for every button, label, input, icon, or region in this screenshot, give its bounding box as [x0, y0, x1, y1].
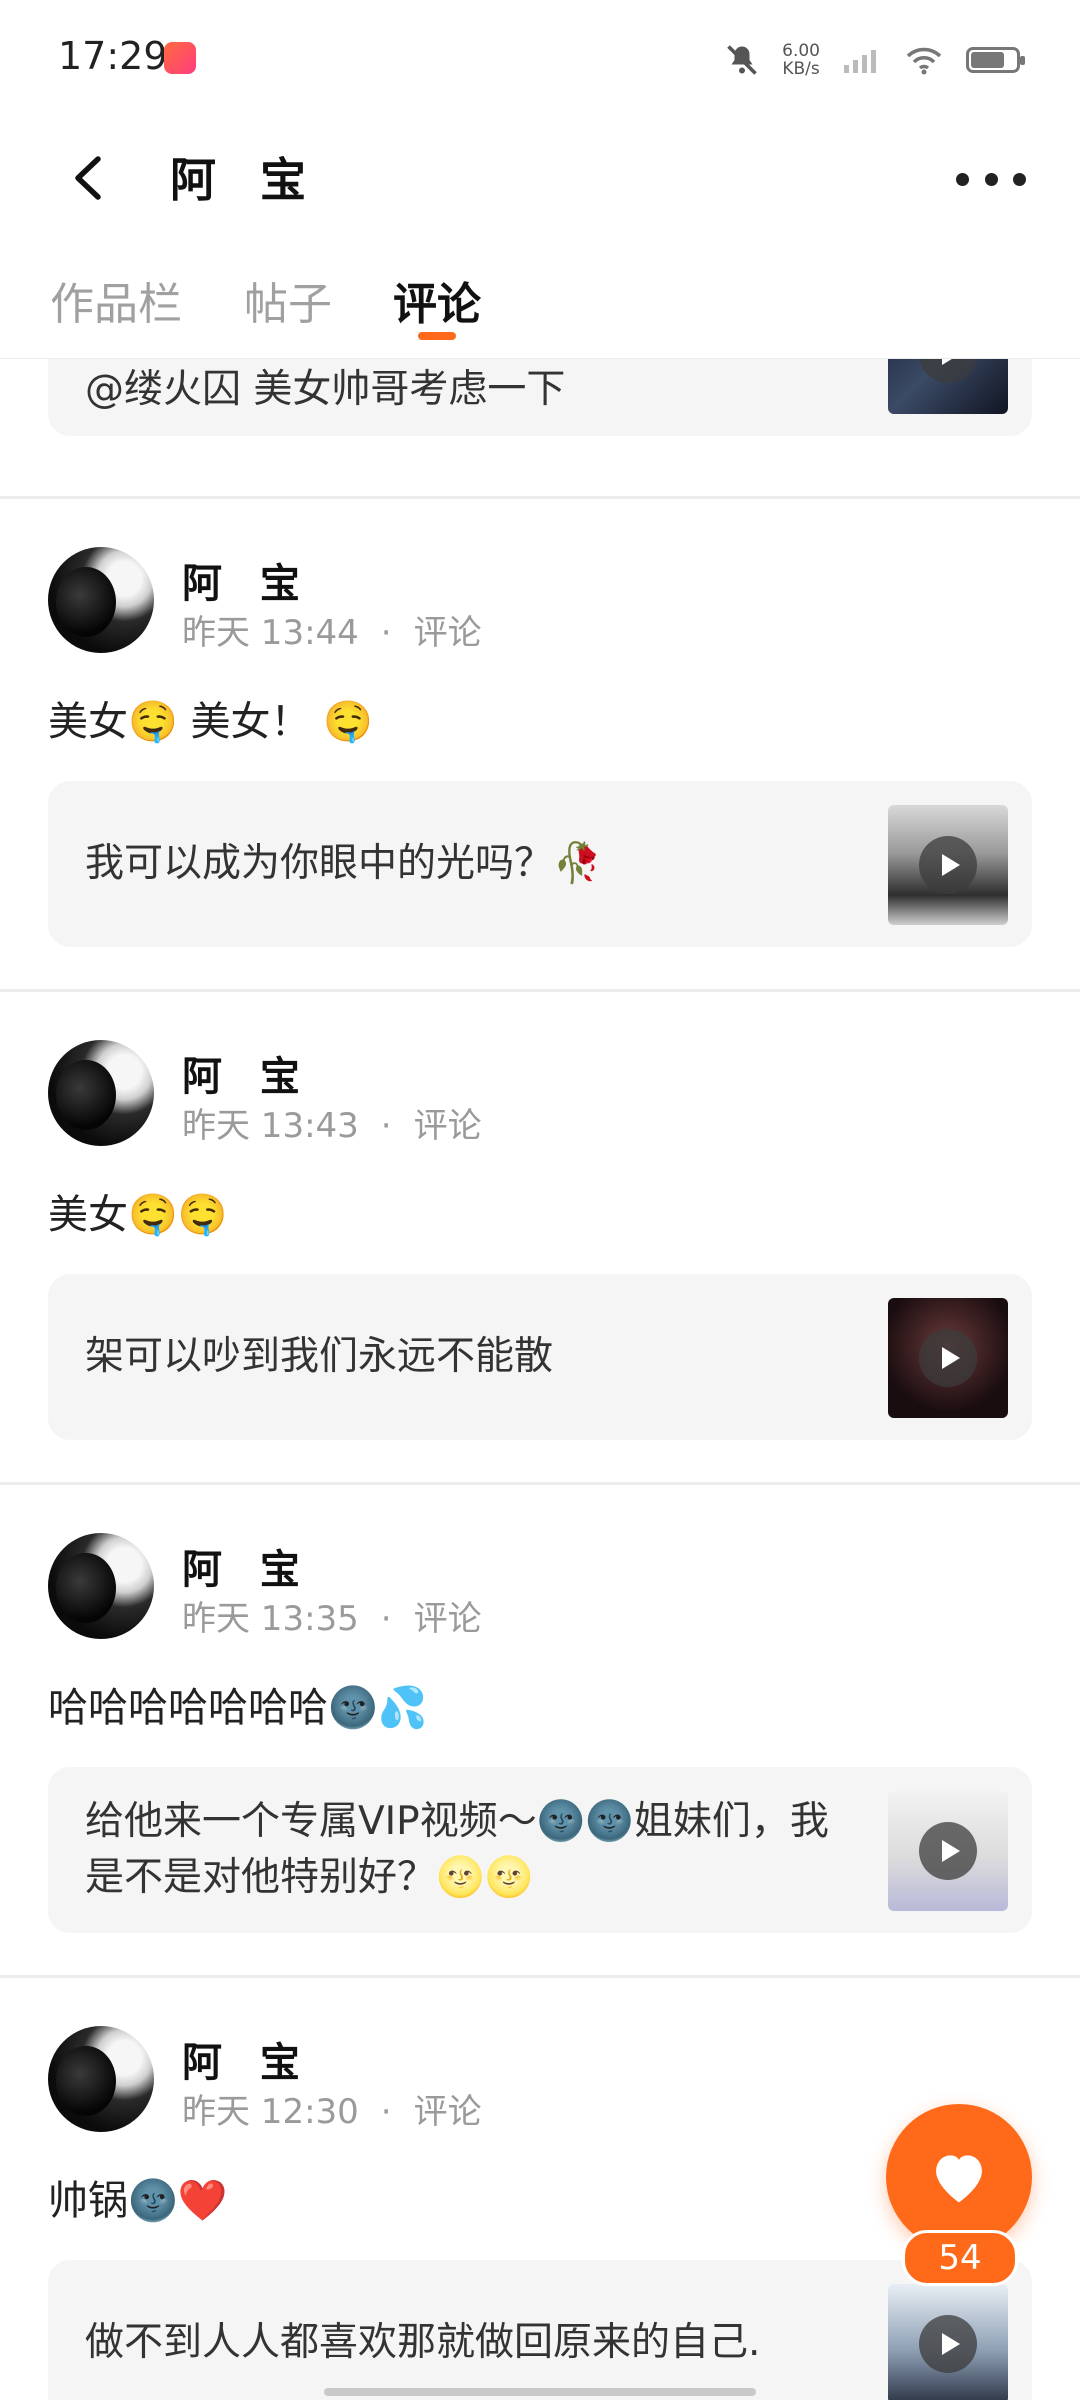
- tab-works[interactable]: 作品栏: [50, 268, 182, 332]
- play-icon: [919, 358, 977, 383]
- comment-text: 美女🤤🤤: [48, 1192, 228, 1238]
- meta-separator: ·: [380, 613, 392, 653]
- comment-time: 昨天 13:43: [182, 1106, 359, 1146]
- status-time: 17:29: [58, 34, 168, 78]
- comment-item[interactable]: 阿 宝 昨天 13:44 · 评论 美女🤤 美女！ 🤤 我可以成为你眼中的光吗？🥀: [0, 499, 1080, 989]
- like-button[interactable]: [886, 2104, 1032, 2250]
- avatar[interactable]: [48, 1533, 154, 1639]
- comment-type: 评论: [413, 2092, 482, 2132]
- battery-icon: [966, 47, 1025, 73]
- meta-separator: ·: [380, 1599, 392, 1639]
- quoted-post-text: 做不到人人都喜欢那就做回原来的自己.: [85, 2320, 761, 2365]
- comment-meta: 昨天 12:30 · 评论: [182, 2084, 482, 2133]
- active-tab-indicator: [418, 332, 456, 340]
- status-icons: 6.00 KB/s: [724, 38, 1025, 82]
- top-bar: 阿 宝: [0, 118, 1080, 238]
- play-icon: [919, 1329, 977, 1387]
- quoted-post-text: 架可以吵到我们永远不能散: [85, 1334, 554, 1379]
- quoted-post-text: 给他来一个专属VIP视频～🌚🌚姐妹们，我是不是对他特别好？🌝🌝: [85, 1799, 829, 1900]
- comment-meta: 昨天 13:35 · 评论: [182, 1591, 482, 1640]
- more-dot-icon: [956, 172, 969, 186]
- avatar[interactable]: [48, 2026, 154, 2132]
- back-button[interactable]: [70, 138, 130, 218]
- tab-comments[interactable]: 评论: [393, 268, 481, 332]
- mute-bell-icon: [727, 45, 757, 75]
- like-count-badge: 54: [902, 2230, 1018, 2286]
- author-name[interactable]: 阿 宝: [182, 551, 312, 609]
- more-options-button[interactable]: [956, 154, 1026, 204]
- quoted-post-card[interactable]: 给他来一个专属VIP视频～🌚🌚姐妹们，我是不是对他特别好？🌝🌝: [48, 1767, 1032, 1933]
- page-title: 阿 宝: [170, 153, 321, 207]
- quoted-post-card[interactable]: @缕火囚 美女帅哥考虑一下: [48, 358, 1032, 436]
- avatar[interactable]: [48, 547, 154, 653]
- comment-item[interactable]: 阿 宝 昨天 13:43 · 评论 美女🤤🤤 架可以吵到我们永远不能散: [0, 992, 1080, 1482]
- meta-separator: ·: [380, 2092, 392, 2132]
- author-name[interactable]: 阿 宝: [182, 1537, 312, 1595]
- back-arrow-icon: [75, 156, 101, 200]
- comment-type: 评论: [413, 1106, 482, 1146]
- wifi-icon: [906, 47, 942, 75]
- comment-type: 评论: [413, 613, 482, 653]
- quoted-post-text: @缕火囚 美女帅哥考虑一下: [85, 367, 566, 412]
- home-indicator[interactable]: [324, 2388, 756, 2396]
- quoted-post-card[interactable]: 做不到人人都喜欢那就做回原来的自己.: [48, 2260, 1032, 2400]
- video-thumbnail[interactable]: [888, 1298, 1008, 1418]
- status-bar: 17:29 6.00 KB/s: [0, 0, 1080, 118]
- comment-text: 帅锅🌚❤️: [48, 2178, 228, 2224]
- comment-time: 昨天 13:35: [182, 1599, 359, 1639]
- video-thumbnail[interactable]: [888, 1791, 1008, 1911]
- comment-meta: 昨天 13:44 · 评论: [182, 605, 482, 654]
- quoted-post-text: 我可以成为你眼中的光吗？🥀: [85, 841, 602, 886]
- quoted-post-card[interactable]: 架可以吵到我们永远不能散: [48, 1274, 1032, 1440]
- author-name[interactable]: 阿 宝: [182, 1044, 312, 1102]
- heart-icon: [936, 2155, 982, 2203]
- video-thumbnail[interactable]: [888, 358, 1008, 414]
- comment-feed[interactable]: @缕火囚 美女帅哥考虑一下 阿 宝 昨天 13:44 · 评论 美女🤤 美女！ 🤤 …: [0, 358, 1080, 2400]
- network-speed-unit: KB/s: [782, 59, 820, 79]
- author-name[interactable]: 阿 宝: [182, 2030, 312, 2088]
- comment-text: 哈哈哈哈哈哈哈🌚💦: [48, 1685, 428, 1731]
- profile-tabs: 作品栏 帖子 评论: [0, 238, 1080, 359]
- comment-type: 评论: [413, 1599, 482, 1639]
- comment-time: 昨天 12:30: [182, 2092, 359, 2132]
- play-icon: [919, 1822, 977, 1880]
- tab-posts[interactable]: 帖子: [244, 268, 332, 332]
- more-dot-icon: [984, 172, 998, 186]
- quoted-post-card[interactable]: 我可以成为你眼中的光吗？🥀: [48, 781, 1032, 947]
- app-notification-icon: [164, 42, 196, 74]
- video-thumbnail[interactable]: [888, 805, 1008, 925]
- video-thumbnail[interactable]: [888, 2284, 1008, 2400]
- play-icon: [919, 2315, 977, 2373]
- network-speed: 6.00 KB/s: [782, 42, 820, 78]
- comment-meta: 昨天 13:43 · 评论: [182, 1098, 482, 1147]
- meta-separator: ·: [380, 1106, 392, 1146]
- more-dot-icon: [1013, 172, 1026, 186]
- comment-item[interactable]: 阿 宝 昨天 13:35 · 评论 哈哈哈哈哈哈哈🌚💦 给他来一个专属VIP视频～🌚…: [0, 1485, 1080, 1975]
- comment-time: 昨天 13:44: [182, 613, 359, 653]
- avatar[interactable]: [48, 1040, 154, 1146]
- network-speed-value: 6.00: [782, 41, 820, 61]
- comment-text: 美女🤤 美女！ 🤤: [48, 699, 374, 745]
- signal-icon: [844, 50, 876, 73]
- play-icon: [919, 836, 977, 894]
